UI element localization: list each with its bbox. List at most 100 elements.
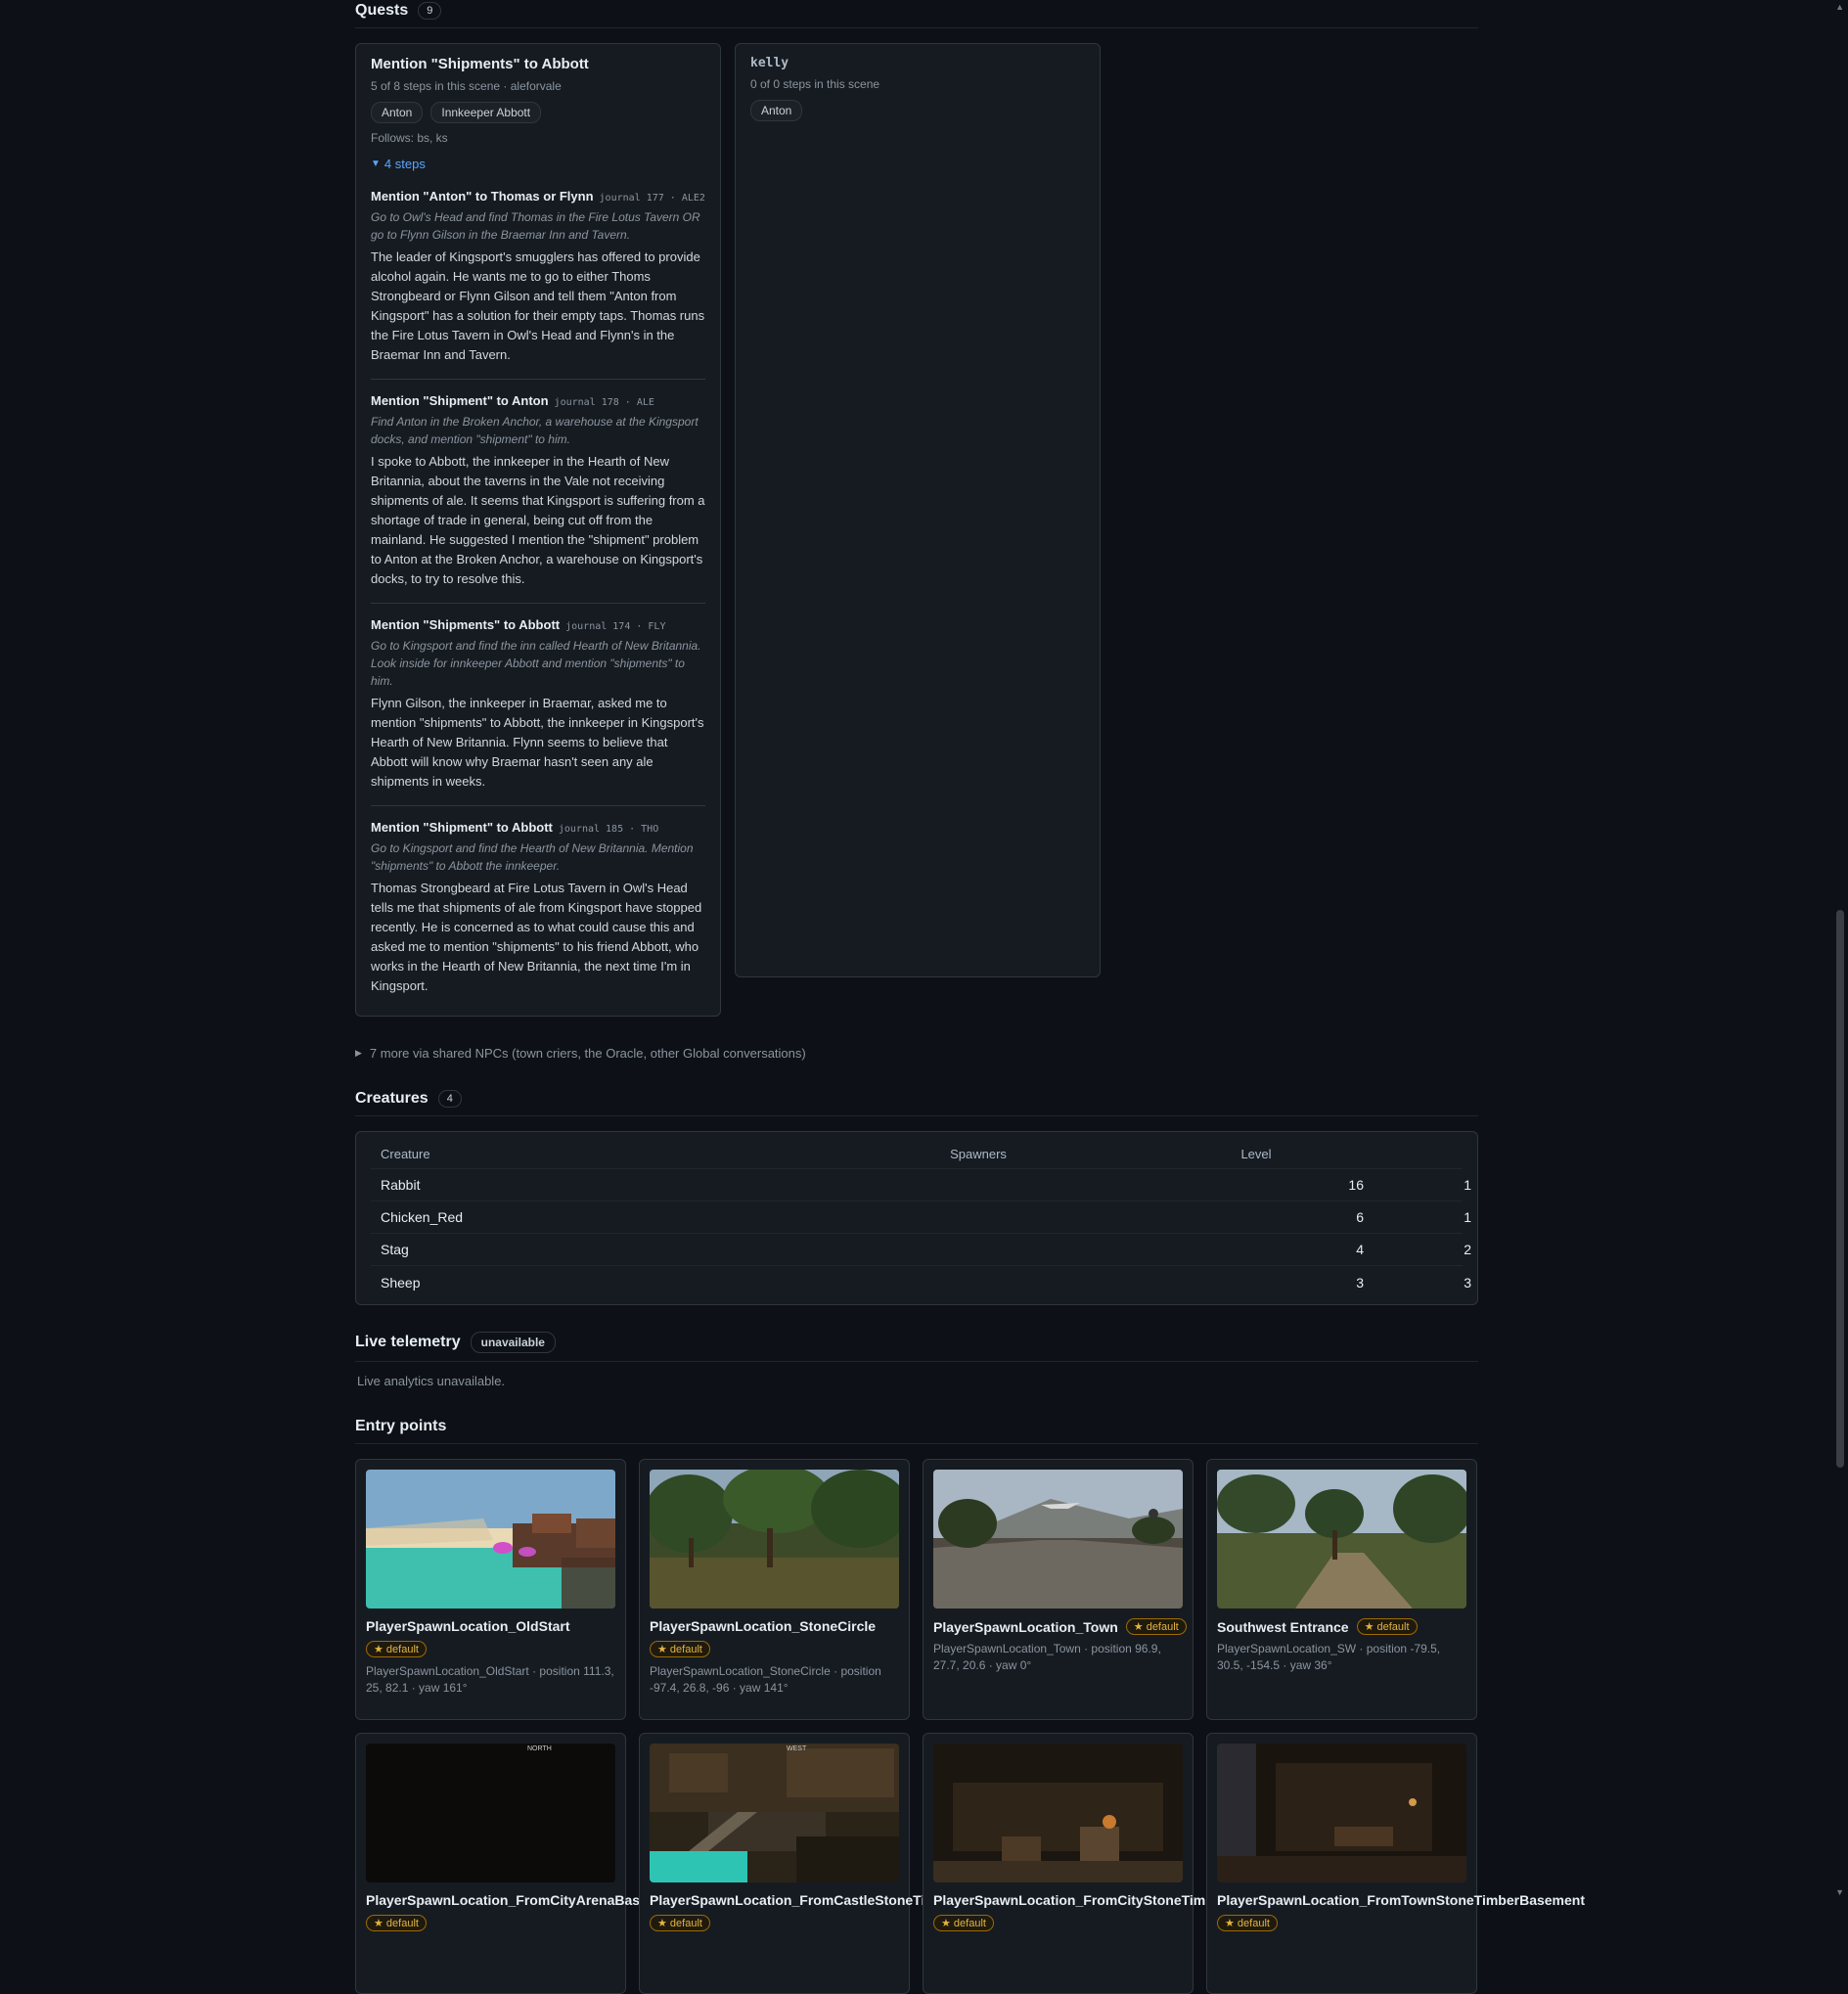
entry-points-grid: PlayerSpawnLocation_OldStart ★ default P… <box>355 1459 1585 1994</box>
creature-name: Rabbit <box>381 1177 421 1193</box>
entry-point-card[interactable]: NORTH PlayerSpawnLocation_FromCityArenaB… <box>355 1733 680 1994</box>
entry-point-thumbnail[interactable]: WEST <box>650 1744 899 1882</box>
more-quests-label: 7 more via shared NPCs (town criers, the… <box>369 1046 806 1061</box>
step-title: Mention "Shipments" to Abbott <box>371 617 561 632</box>
entry-point-name: PlayerSpawnLocation_FromCityArenaBasemen… <box>366 1892 681 1908</box>
more-quests-toggle[interactable]: ▶ 7 more via shared NPCs (town criers, t… <box>355 1046 1478 1061</box>
quest-npc-chips: Anton <box>750 100 1085 121</box>
creatures-count-badge: 4 <box>437 1090 462 1108</box>
quest-npc-chips: Anton Innkeeper Abbott <box>371 102 705 123</box>
step-journal-ref: journal 174 · FLY <box>565 621 666 632</box>
creature-spawners: 16 <box>1348 1177 1364 1193</box>
steps-toggle[interactable]: ▼ 4 steps <box>371 157 705 171</box>
entry-point-card[interactable]: PlayerSpawnLocation_FromTownStoneTimberB… <box>1206 1733 1585 1994</box>
step-title: Mention "Anton" to Thomas or Flynn <box>371 189 594 204</box>
compass-overlay-label: WEST <box>787 1745 807 1752</box>
telemetry-message: Live analytics unavailable. <box>357 1374 506 1388</box>
creatures-table: Creature Spawners Level Rabbit 16 1 Chic… <box>355 1131 1478 1305</box>
step-body: The leader of Kingsport's smugglers has … <box>371 249 705 362</box>
table-header-row: Creature Spawners Level <box>371 1140 1463 1169</box>
page-scrollbar[interactable]: ▲ ▼ <box>1831 0 1848 1899</box>
quest-steps: Mention "Anton" to Thomas or Flynn journ… <box>371 175 705 996</box>
step-journal-ref: journal 178 · ALE <box>554 397 654 408</box>
column-header-spawners[interactable]: Spawners <box>808 1147 1139 1161</box>
main-content: Quests 9 Mention "Shipments" to Abbott 5… <box>355 0 1585 1994</box>
step-hint: Go to Kingsport and find the inn called … <box>371 639 701 688</box>
step-hint: Go to Owl's Head and find Thomas in the … <box>371 210 700 242</box>
scroll-down-arrow-icon[interactable]: ▼ <box>1835 1887 1844 1897</box>
creature-level: 2 <box>1464 1242 1471 1257</box>
default-badge: ★ default <box>366 1915 427 1931</box>
table-row: Chicken_Red 6 1 <box>371 1201 1471 1234</box>
table-row: Rabbit 16 1 <box>371 1169 1471 1201</box>
quest-step: Mention "Shipment" to Abbott journal 185… <box>371 806 705 996</box>
table-row: Sheep 3 3 <box>371 1266 1471 1298</box>
step-body: Flynn Gilson, the innkeeper in Braemar, … <box>371 696 704 789</box>
entry-point-thumbnail[interactable] <box>933 1744 1183 1882</box>
entry-point-card[interactable]: PlayerSpawnLocation_Town ★ default Playe… <box>923 1459 1194 1720</box>
npc-chip[interactable]: Innkeeper Abbott <box>430 102 542 123</box>
entry-point-thumbnail[interactable] <box>1217 1744 1466 1882</box>
entry-point-thumbnail[interactable]: NORTH <box>366 1744 615 1882</box>
entry-point-name: Southwest Entrance <box>1217 1618 1349 1635</box>
quests-count-badge: 9 <box>418 2 442 20</box>
default-badge: ★ default <box>1217 1915 1278 1931</box>
entry-point-thumbnail[interactable] <box>933 1470 1183 1609</box>
step-hint: Go to Kingsport and find the Hearth of N… <box>371 841 694 873</box>
telemetry-title: Live telemetry <box>355 1334 461 1350</box>
npc-chip[interactable]: Anton <box>750 100 803 121</box>
entry-point-name: PlayerSpawnLocation_Town <box>933 1618 1118 1635</box>
table-row: Stag 4 2 <box>371 1234 1471 1266</box>
step-body: Thomas Strongbeard at Fire Lotus Tavern … <box>371 881 702 993</box>
entry-point-card[interactable]: PlayerSpawnLocation_OldStart ★ default P… <box>355 1459 626 1720</box>
quest-step: Mention "Shipments" to Abbott journal 17… <box>371 604 705 806</box>
creature-level: 1 <box>1464 1209 1471 1225</box>
quest-cards: Mention "Shipments" to Abbott 5 of 8 ste… <box>355 43 1478 1017</box>
entry-point-card[interactable]: Southwest Entrance ★ default PlayerSpawn… <box>1206 1459 1477 1720</box>
entry-point-meta: PlayerSpawnLocation_SW · position -79.5,… <box>1217 1642 1441 1672</box>
entry-point-card[interactable]: PlayerSpawnLocation_FromCityStoneTimber … <box>923 1733 1227 1994</box>
entry-point-card[interactable]: WEST PlayerSpawnLocation_FromCastleStone… <box>639 1733 959 1994</box>
quest-meta: 0 of 0 steps in this scene <box>750 77 880 91</box>
scrollbar-thumb[interactable] <box>1836 910 1844 1468</box>
step-journal-ref: journal 177 · ALE2 <box>599 193 705 204</box>
step-hint: Find Anton in the Broken Anchor, a wareh… <box>371 415 699 446</box>
creatures-header: Creatures 4 <box>355 1090 1478 1116</box>
entry-points-header: Entry points <box>355 1418 1478 1444</box>
entry-point-thumbnail[interactable] <box>1217 1470 1466 1609</box>
telemetry-status-badge: unavailable <box>470 1332 556 1353</box>
npc-chip[interactable]: Anton <box>371 102 424 123</box>
triangle-right-icon: ▶ <box>355 1048 362 1058</box>
entry-point-name: PlayerSpawnLocation_FromCastleStoneTimbe… <box>650 1892 959 1908</box>
telemetry-header: Live telemetry unavailable <box>355 1332 1478 1362</box>
column-header-level[interactable]: Level <box>1139 1147 1364 1161</box>
default-badge: ★ default <box>1125 1618 1187 1635</box>
default-badge: ★ default <box>650 1641 710 1657</box>
default-badge: ★ default <box>933 1915 994 1931</box>
entry-point-thumbnail[interactable] <box>366 1470 615 1609</box>
column-header-creature[interactable]: Creature <box>371 1147 808 1161</box>
quest-step: Mention "Shipment" to Anton journal 178 … <box>371 380 705 604</box>
scroll-up-arrow-icon[interactable]: ▲ <box>1835 2 1844 12</box>
quest-follows: Follows: bs, ks <box>371 131 448 145</box>
creatures-title: Creatures <box>355 1090 428 1107</box>
entry-point-meta: PlayerSpawnLocation_StoneCircle · positi… <box>650 1664 881 1695</box>
quest-title: kelly <box>750 56 789 70</box>
entry-point-thumbnail[interactable] <box>650 1470 899 1609</box>
quest-step: Mention "Anton" to Thomas or Flynn journ… <box>371 175 705 380</box>
compass-overlay-label: NORTH <box>527 1745 552 1752</box>
entry-point-card[interactable]: PlayerSpawnLocation_StoneCircle ★ defaul… <box>639 1459 910 1720</box>
triangle-down-icon: ▼ <box>371 159 381 169</box>
creature-spawners: 4 <box>1356 1242 1364 1257</box>
quests-title: Quests <box>355 2 409 19</box>
default-badge: ★ default <box>1356 1618 1418 1635</box>
creature-spawners: 3 <box>1356 1274 1364 1291</box>
default-badge: ★ default <box>650 1915 710 1931</box>
entry-point-name: PlayerSpawnLocation_FromCityStoneTimber <box>933 1892 1228 1908</box>
step-title: Mention "Shipment" to Abbott <box>371 820 553 835</box>
creature-name: Sheep <box>381 1274 421 1291</box>
entry-point-name: PlayerSpawnLocation_FromTownStoneTimberB… <box>1217 1892 1586 1908</box>
step-title: Mention "Shipment" to Anton <box>371 393 549 408</box>
creature-level: 1 <box>1464 1177 1471 1193</box>
creature-name: Stag <box>381 1242 409 1257</box>
